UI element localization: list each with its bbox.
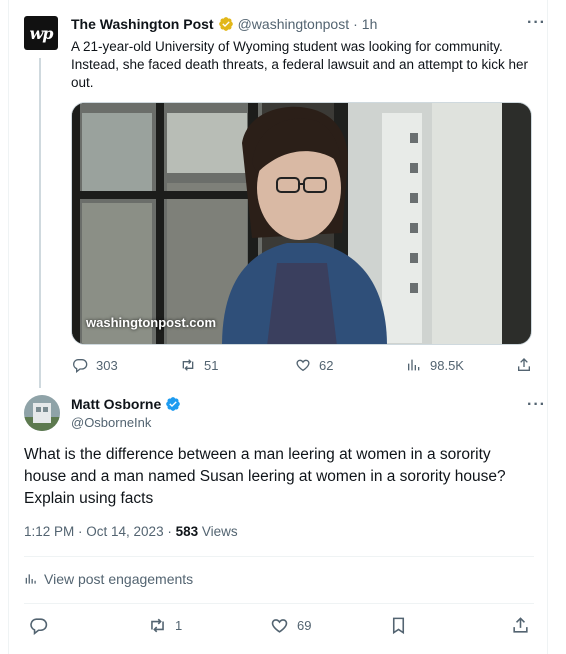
meta-separator: · [163,524,176,539]
like-count-main: 69 [297,618,312,633]
reply-icon [30,618,48,635]
divider [24,603,534,604]
main-author-handle[interactable]: @OsborneInk [71,415,151,430]
repost-count: 51 [204,357,219,373]
like-count: 62 [319,357,334,373]
share-button-main[interactable] [511,616,530,635]
repost-button-main[interactable]: 1 [148,616,182,635]
student-photo [72,103,531,344]
reply-button-main[interactable] [29,616,56,635]
parent-timestamp[interactable]: 1h [362,16,378,32]
engagements-label: View post engagements [44,571,194,587]
repost-button[interactable]: 51 [180,357,218,373]
reply-count: 303 [96,357,118,373]
repost-count-main: 1 [175,618,183,633]
main-tweet-header: Matt Osborne [71,396,181,412]
like-button-main[interactable]: 69 [270,616,311,635]
bookmark-button[interactable] [389,616,408,635]
avatar-image [24,395,60,431]
thread-connector [39,58,41,388]
like-button[interactable]: 62 [295,357,333,373]
view-engagements-link[interactable]: View post engagements [24,571,193,587]
more-icon[interactable]: ··· [527,14,546,32]
washington-post-avatar[interactable]: wp [24,16,58,50]
views-label: Views [198,524,238,539]
views-count-main: 583 [175,524,199,539]
repost-icon [151,618,164,633]
views-button[interactable]: 98.5K [406,357,464,373]
views-icon [408,359,420,371]
share-icon [518,358,530,371]
bookmark-icon [392,617,405,635]
more-icon[interactable]: ··· [527,396,546,414]
parent-tweet-text: A 21-year-old University of Wyoming stud… [71,39,529,90]
parent-tweet-image[interactable]: washingtonpost.com [71,102,532,345]
views-count: 98.5K [430,357,464,373]
media-caption: washingtonpost.com [86,315,216,330]
parent-tweet-header: The Washington Post @washingtonpost · 1h [71,16,377,32]
tweet-timestamp[interactable]: 1:12 PM · Oct 14, 2023 [24,524,164,539]
repost-icon [182,359,194,371]
main-author-name[interactable]: Matt Osborne [71,396,161,412]
avatar[interactable] [24,395,60,431]
wp-logo-text: wp [29,23,54,43]
verified-icon [166,397,181,411]
like-icon [271,619,288,633]
parent-author-handle[interactable]: @washingtonpost [238,16,350,32]
main-tweet-text: What is the difference between a man lee… [24,446,506,507]
like-icon [296,359,310,372]
share-icon [513,617,528,633]
reply-icon [73,359,88,373]
tweet-meta: 1:12 PM · Oct 14, 2023 · 583 Views [24,524,238,539]
dot-separator: · [353,16,358,32]
parent-author-name[interactable]: The Washington Post [71,16,214,32]
reply-button[interactable]: 303 [72,357,118,373]
divider [24,556,534,557]
share-button[interactable] [516,357,532,373]
engagement-icon [25,574,36,584]
verified-gold-icon [218,17,233,31]
